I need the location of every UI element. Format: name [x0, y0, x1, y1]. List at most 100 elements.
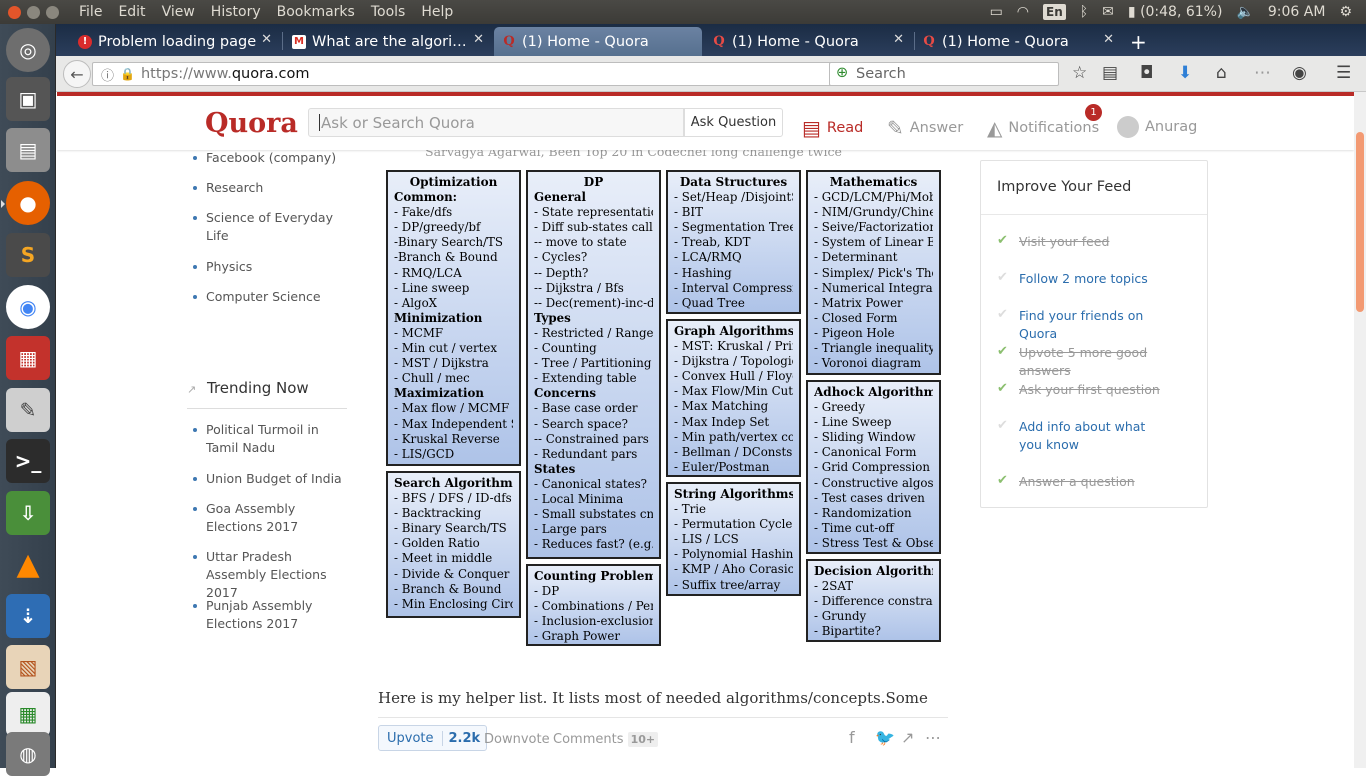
window-minimize-icon[interactable]	[27, 5, 40, 19]
menu-file[interactable]: File	[79, 4, 102, 20]
info-icon[interactable]: ⓘ	[101, 65, 114, 84]
menu-view[interactable]: View	[162, 4, 195, 20]
scrollbar-thumb[interactable]	[1356, 132, 1364, 312]
url-bar[interactable]: ⓘ 🔒 https://www.quora.com ↻	[92, 62, 874, 86]
overflow-dots-icon[interactable]: ⋯	[1254, 63, 1271, 83]
pocket-icon[interactable]: ◘	[1140, 63, 1153, 83]
text-editor-icon[interactable]: ✎	[6, 388, 50, 432]
sidebar-topic[interactable]: Facebook (company)	[193, 149, 336, 167]
close-tab-icon[interactable]: ✕	[1103, 32, 1114, 47]
comments-button[interactable]: Comments 10+	[553, 732, 659, 747]
vlc-icon[interactable]: ▲	[6, 542, 50, 586]
calc-icon[interactable]: ▦	[6, 692, 50, 736]
sidebar-topic[interactable]: Research	[193, 179, 263, 197]
drive-icon[interactable]: ▭	[990, 4, 1003, 20]
quora-search-input[interactable]: Ask or Search Quora	[308, 108, 684, 137]
ubuntu-dash-icon[interactable]: ◎	[6, 28, 50, 72]
trending-item[interactable]: Punjab Assembly Elections 2017	[193, 597, 336, 633]
mail-icon[interactable]: ✉	[1102, 4, 1114, 20]
tab-quora-home-3[interactable]: Q (1) Home - Quora ✕	[914, 27, 1122, 56]
new-tab-button[interactable]: +	[1122, 27, 1152, 56]
box-line: - MST / Dijkstra	[394, 356, 489, 371]
feed-task-item[interactable]: Add info about what you know	[1019, 418, 1169, 454]
close-tab-icon[interactable]: ✕	[261, 32, 272, 47]
keyboard-layout[interactable]: En	[1043, 4, 1066, 20]
facebook-share-icon[interactable]: f	[849, 728, 855, 747]
sidebar-topic[interactable]: Physics	[193, 258, 252, 276]
battery-indicator[interactable]: ▮ (0:48, 61%)	[1128, 4, 1223, 20]
nav-answer[interactable]: ✎ Answer	[887, 116, 963, 140]
box-line: - GCD/LCM/Phi/Mob	[814, 190, 933, 205]
box-line: - LIS / LCS	[674, 532, 739, 547]
clock[interactable]: 9:06 AM	[1268, 4, 1326, 20]
wifi-icon[interactable]: ◠	[1017, 4, 1029, 20]
search-engine-icon[interactable]: ⊕	[836, 65, 848, 81]
downloads-icon[interactable]: ⬇	[1178, 63, 1192, 83]
downvote-button[interactable]: Downvote	[484, 732, 550, 747]
trending-header: ↗ Trending Now	[187, 379, 347, 409]
bluetooth-icon[interactable]: ᛒ	[1080, 4, 1088, 20]
ask-question-button[interactable]: Ask Question	[684, 108, 783, 137]
menu-help[interactable]: Help	[421, 4, 453, 20]
box-subheading: Minimization	[394, 310, 483, 325]
feed-task-item[interactable]: Find your friends on Quora	[1019, 307, 1169, 343]
volume-icon[interactable]: 🔈	[1236, 4, 1253, 20]
menu-tools[interactable]: Tools	[371, 4, 406, 20]
sublime-text-icon[interactable]: S	[6, 233, 50, 277]
trending-item[interactable]: Uttar Pradesh Assembly Elections 2017	[193, 548, 356, 602]
trending-item[interactable]: Political Turmoil in Tamil Nadu	[193, 421, 336, 457]
page-scrollbar[interactable]	[1354, 92, 1366, 768]
close-tab-icon[interactable]: ✕	[893, 32, 904, 47]
box-line: - Voronoi diagram	[814, 356, 922, 371]
back-button[interactable]: ←	[63, 60, 91, 88]
firefox-icon[interactable]: ●	[6, 181, 50, 225]
bookmarks-list-icon[interactable]: ▤	[1102, 63, 1118, 83]
workspace-switcher-icon[interactable]: ▣	[6, 77, 50, 121]
box-line: - Golden Ratio	[394, 536, 480, 551]
feed-task-item[interactable]: Follow 2 more topics	[1019, 270, 1169, 288]
box-line: - Dijkstra / Topological	[674, 354, 793, 369]
more-options-icon[interactable]: ⋯	[925, 728, 941, 747]
sidebar-topic[interactable]: Computer Science	[193, 288, 321, 306]
nav-user[interactable]: Anurag	[1117, 116, 1197, 138]
upvote-button[interactable]: Upvote 2.2k	[378, 725, 488, 751]
tab-quora-home-2[interactable]: Q (1) Home - Quora ✕	[704, 27, 912, 56]
power-icon[interactable]: ⚙	[1339, 4, 1352, 20]
close-tab-icon[interactable]: ✕	[473, 32, 484, 47]
quora-logo[interactable]: Quora	[205, 108, 298, 139]
menu-edit[interactable]: Edit	[118, 4, 145, 20]
sidebar-topic[interactable]: Science of Everyday Life	[193, 209, 336, 245]
box-line: - Diff sub-states calls?	[534, 220, 653, 235]
box-line: - Randomization	[814, 505, 912, 520]
nav-read[interactable]: ▤ Read	[802, 116, 863, 140]
hamburger-menu-icon[interactable]: ☰	[1336, 63, 1351, 83]
share-icon[interactable]: ↗	[901, 728, 914, 747]
trending-item[interactable]: Goa Assembly Elections 2017	[193, 500, 336, 536]
twitter-share-icon[interactable]: 🐦	[875, 728, 895, 747]
calendar-app-icon[interactable]: ▦	[6, 336, 50, 380]
menu-bookmarks[interactable]: Bookmarks	[277, 4, 355, 20]
window-close-icon[interactable]	[8, 5, 21, 19]
box-line: - Max Indep Set	[674, 414, 770, 429]
download-manager-icon[interactable]: ⇩	[6, 491, 50, 535]
trending-item[interactable]: Union Budget of India	[193, 470, 342, 488]
chrome-icon[interactable]: ◉	[6, 285, 50, 329]
extension-icon[interactable]: ◉	[1292, 63, 1307, 83]
browser-search-box[interactable]: ⊕ Search	[829, 62, 1059, 86]
search-placeholder: Search	[856, 66, 906, 82]
home-icon[interactable]: ⌂	[1216, 63, 1227, 83]
impress-icon[interactable]: ▧	[6, 645, 50, 689]
menu-history[interactable]: History	[211, 4, 261, 20]
tab-problem-loading[interactable]: ! Problem loading page ✕	[70, 27, 280, 56]
nav-notifications[interactable]: ◭ Notifications	[987, 116, 1099, 140]
tab-what-are-algorithms[interactable]: M What are the algori… ✕	[284, 27, 492, 56]
box-line: - Branch & Bound	[394, 581, 502, 596]
disk-icon[interactable]: ◍	[6, 732, 50, 776]
files-icon[interactable]: ▤	[6, 128, 50, 172]
window-maximize-icon[interactable]	[46, 5, 59, 19]
terminal-icon[interactable]: >_	[6, 439, 50, 483]
bookmark-star-icon[interactable]: ☆	[1072, 63, 1087, 83]
transmission-icon[interactable]: ⇣	[6, 594, 50, 638]
user-name: Anurag	[1145, 119, 1198, 135]
tab-quora-home-active[interactable]: Q (1) Home - Quora	[494, 27, 702, 56]
